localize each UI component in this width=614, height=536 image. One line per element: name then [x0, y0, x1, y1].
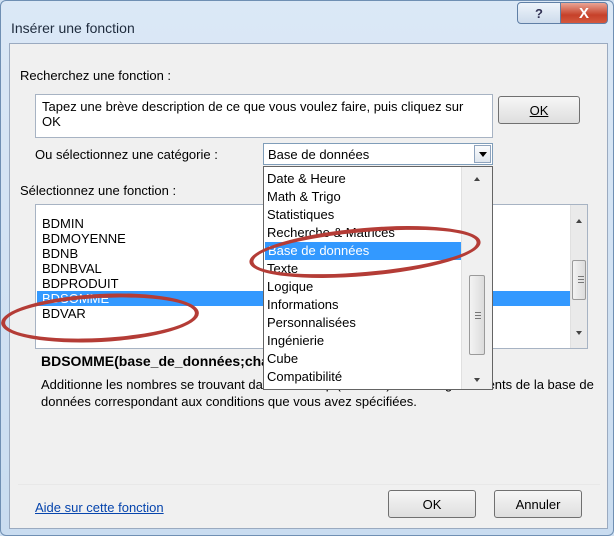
grip-line — [475, 318, 481, 319]
ok-label: OK — [422, 496, 442, 512]
cancel-button[interactable]: Annuler — [494, 490, 582, 518]
help-button[interactable]: ? — [517, 2, 561, 24]
dropdown-scroll-down-icon[interactable] — [469, 372, 485, 386]
category-option-informations[interactable]: Informations — [267, 296, 339, 314]
category-select[interactable]: Base de données — [263, 143, 493, 165]
dialog-title: Insérer une fonction — [11, 20, 135, 36]
category-option-compatibilite[interactable]: Compatibilité — [267, 368, 342, 386]
cancel-label: Annuler — [515, 496, 561, 512]
function-item-bdnbval[interactable]: BDNBVAL — [42, 261, 102, 276]
footer-divider — [18, 484, 600, 485]
function-item-bdmoyenne[interactable]: BDMOYENNE — [42, 231, 126, 246]
category-label: Ou sélectionnez une catégorie : — [35, 147, 218, 162]
category-option-logique[interactable]: Logique — [267, 278, 313, 296]
grip-line — [578, 276, 584, 277]
search-label: Recherchez une fonction : — [20, 68, 172, 83]
ok-button[interactable]: OK — [388, 490, 476, 518]
category-option-personnalisees[interactable]: Personnalisées — [267, 314, 356, 332]
function-list-label: Sélectionnez une fonction : — [20, 183, 177, 198]
category-option-statistiques[interactable]: Statistiques — [267, 206, 334, 224]
insert-function-dialog: Insérer une fonction ? X Recherchez une … — [0, 0, 614, 536]
function-item-bdproduit[interactable]: BDPRODUIT — [42, 276, 119, 291]
category-option-date-heure[interactable]: Date & Heure — [267, 170, 346, 188]
function-item-bdmin[interactable]: BDMIN — [42, 216, 84, 231]
dropdown-scroll-up-icon[interactable] — [469, 171, 485, 185]
grip-line — [475, 315, 481, 316]
dialog-body: Recherchez une fonction : Tapez une brèv… — [9, 43, 608, 529]
scrollbar-thumb[interactable] — [572, 260, 586, 300]
category-dropdown[interactable]: Date & Heure Math & Trigo Statistiques R… — [263, 166, 493, 390]
close-icon: X — [578, 4, 589, 22]
category-option-math-trigo[interactable]: Math & Trigo — [267, 188, 341, 206]
category-option-cube[interactable]: Cube — [267, 350, 298, 368]
grip-line — [475, 312, 481, 313]
help-icon: ? — [535, 5, 543, 21]
search-input[interactable]: Tapez une brève description de ce que vo… — [35, 94, 493, 138]
category-option-ingenierie[interactable]: Ingénierie — [267, 332, 324, 350]
function-item-bdnb[interactable]: BDNB — [42, 246, 78, 261]
function-item-bdvar[interactable]: BDVAR — [42, 306, 86, 321]
category-option-base-de-donnees[interactable]: Base de données — [265, 242, 461, 260]
function-list-scrollbar[interactable] — [570, 205, 587, 348]
scroll-down-arrow-icon[interactable] — [571, 325, 587, 339]
title-bar: Insérer une fonction ? X — [1, 1, 613, 36]
scroll-up-arrow-icon[interactable] — [571, 213, 587, 227]
category-option-recherche-matrices[interactable]: Recherche & Matrices — [267, 224, 395, 242]
grip-line — [578, 282, 584, 283]
help-link[interactable]: Aide sur cette fonction — [35, 500, 164, 515]
category-option-texte[interactable]: Texte — [267, 260, 298, 278]
close-button[interactable]: X — [560, 2, 608, 24]
chevron-down-icon[interactable] — [474, 145, 491, 163]
search-ok-label: OK — [529, 102, 549, 118]
dropdown-scrollbar-thumb[interactable] — [469, 275, 485, 355]
category-selected-value: Base de données — [268, 147, 370, 162]
grip-line — [578, 279, 584, 280]
category-dropdown-scrollbar[interactable] — [461, 167, 492, 389]
search-ok-button[interactable]: OK — [498, 96, 580, 124]
search-input-text: Tapez une brève description de ce que vo… — [42, 99, 464, 129]
